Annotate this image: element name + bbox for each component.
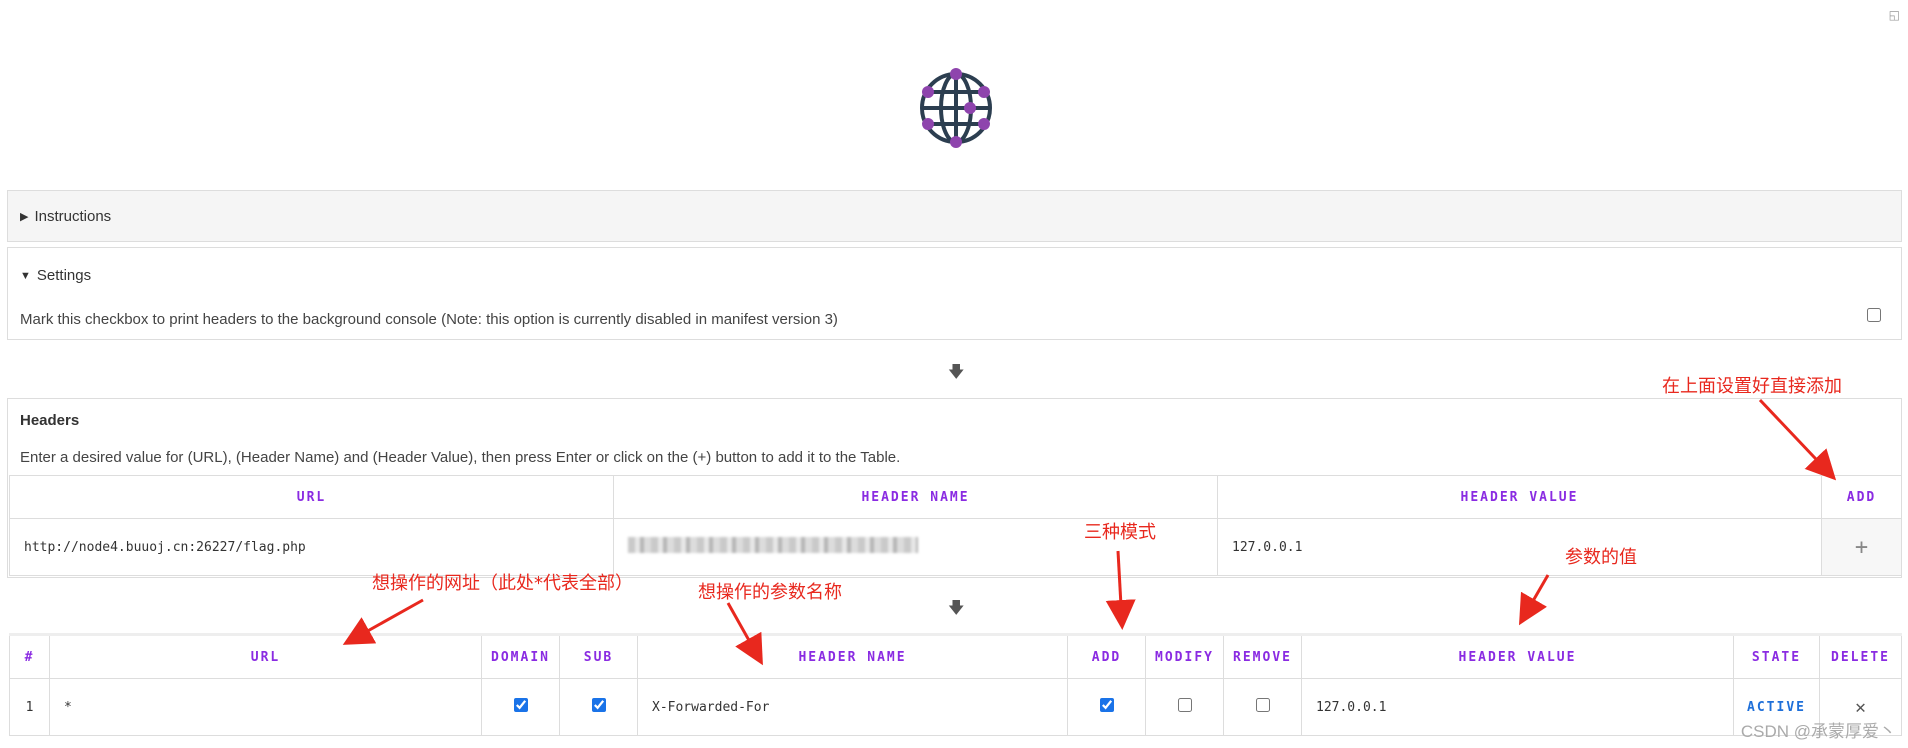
- annotation-arrow: [1518, 574, 1550, 626]
- annotation-add-hint: 在上面设置好直接添加: [1662, 376, 1842, 397]
- annotation-url: 想操作的网址（此处*代表全部）: [372, 573, 633, 594]
- annotation-arrow: [1105, 550, 1136, 630]
- annotation-arrow: [1758, 398, 1837, 481]
- annotation-name: 想操作的参数名称: [698, 582, 842, 603]
- annotation-arrows: [342, 398, 1837, 666]
- watermark: CSDN @承蒙厚爱丶: [1740, 722, 1896, 741]
- annotation-modes: 三种模式: [1084, 522, 1156, 543]
- annotation-arrow: [342, 598, 424, 645]
- annotation-value: 参数的值: [1565, 547, 1637, 568]
- annotation-arrow: [726, 602, 763, 666]
